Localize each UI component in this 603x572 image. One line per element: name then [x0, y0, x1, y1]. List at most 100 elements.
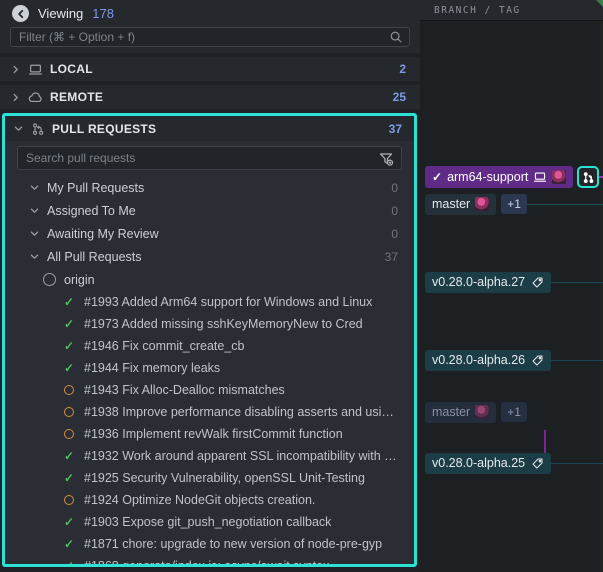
tag-name: v0.28.0-alpha.26: [432, 353, 525, 367]
pull-request-icon: [31, 122, 45, 136]
chevron-right-icon: [10, 64, 21, 75]
filter-funnel-icon[interactable]: [378, 151, 394, 167]
filter-input[interactable]: [10, 27, 410, 47]
pr-title: #1868 generate/index.js: async/await syn…: [84, 559, 329, 564]
pr-group-my-pull-requests[interactable]: My Pull Requests 0: [5, 176, 414, 199]
pr-list-item[interactable]: #1925 Security Vulnerability, openSSL Un…: [5, 467, 414, 489]
group-label: Awaiting My Review: [47, 227, 159, 241]
more-refs-badge[interactable]: +1: [501, 194, 527, 214]
pr-list: #1993 Added Arm64 support for Windows an…: [5, 291, 414, 564]
branch-name: master: [432, 405, 470, 419]
more-refs-badge[interactable]: +1: [501, 402, 527, 422]
branch-name: arm64-support: [447, 170, 528, 184]
tag-name: v0.28.0-alpha.25: [432, 456, 525, 470]
laptop-icon: [533, 170, 547, 184]
pr-status-icon: [63, 362, 75, 374]
pr-title: #1946 Fix commit_create_cb: [84, 339, 245, 353]
branch-line: [527, 204, 603, 205]
checked-out-icon: ✓: [432, 170, 442, 184]
chevron-down-icon: [29, 182, 40, 193]
pr-group-awaiting-my-review[interactable]: Awaiting My Review 0: [5, 222, 414, 245]
search-icon: [389, 30, 403, 44]
group-label: All Pull Requests: [47, 250, 142, 264]
branch-line: [599, 176, 603, 178]
pr-status-icon: [63, 318, 75, 330]
pr-title: #1943 Fix Alloc-Dealloc mismatches: [84, 383, 285, 397]
filter-field-wrap: [0, 27, 420, 47]
pr-list-item[interactable]: #1943 Fix Alloc-Dealloc mismatches: [5, 379, 414, 401]
pr-list-item[interactable]: #1932 Work around apparent SSL incompati…: [5, 445, 414, 467]
viewing-count: 178: [92, 6, 114, 21]
pr-status-icon: [64, 407, 74, 417]
group-count: 0: [391, 227, 398, 241]
branch-label-arm64-support[interactable]: ✓ arm64-support: [425, 166, 573, 188]
chevron-down-icon: [29, 251, 40, 262]
pr-group-all-pull-requests[interactable]: All Pull Requests 37: [5, 245, 414, 268]
tag-name: v0.28.0-alpha.27: [432, 275, 525, 289]
pr-list-item[interactable]: #1871 chore: upgrade to new version of n…: [5, 533, 414, 555]
remote-count: 25: [393, 90, 406, 104]
section-remote[interactable]: REMOTE 25: [0, 85, 420, 109]
pr-search-input[interactable]: [17, 146, 402, 170]
group-count: 37: [385, 250, 398, 264]
pull-requests-label: PULL REQUESTS: [52, 122, 156, 136]
remote-label: REMOTE: [50, 90, 103, 104]
tag-icon: [531, 276, 544, 289]
pull-requests-count: 37: [389, 122, 402, 136]
tag-label-alpha26[interactable]: v0.28.0-alpha.26: [425, 350, 551, 371]
section-local[interactable]: LOCAL 2: [0, 57, 420, 81]
pr-list-item[interactable]: #1924 Optimize NodeGit objects creation.: [5, 489, 414, 511]
pr-title: #1903 Expose git_push_negotiation callba…: [84, 515, 331, 529]
local-label: LOCAL: [50, 62, 93, 76]
branch-tag-column-header: BRANCH / TAG: [420, 0, 603, 21]
corner-marker: [596, 0, 603, 7]
tag-icon: [531, 457, 544, 470]
graph-row-master: master +1: [425, 193, 603, 215]
chevron-down-icon: [29, 228, 40, 239]
pr-list-item[interactable]: #1868 generate/index.js: async/await syn…: [5, 555, 414, 564]
pr-status-icon: [63, 340, 75, 352]
avatar: [552, 170, 566, 184]
group-label: My Pull Requests: [47, 181, 144, 195]
graph-row-tag-alpha26: v0.28.0-alpha.26: [425, 349, 603, 371]
pr-list-item[interactable]: #1936 Implement revWalk firstCommit func…: [5, 423, 414, 445]
pr-list-item[interactable]: #1993 Added Arm64 support for Windows an…: [5, 291, 414, 313]
tag-line: [551, 282, 603, 283]
pr-status-icon: [64, 495, 74, 505]
pr-status-icon: [64, 385, 74, 395]
pull-requests-section: PULL REQUESTS 37 My Pull Requests 0: [2, 113, 417, 567]
branch-label-master-dim[interactable]: master: [425, 402, 496, 423]
avatar: [475, 197, 489, 211]
cloud-icon: [28, 90, 43, 105]
github-icon: [43, 273, 56, 286]
pr-group-assigned-to-me[interactable]: Assigned To Me 0: [5, 199, 414, 222]
chevron-right-icon: [10, 92, 21, 103]
viewing-header: Viewing 178: [0, 0, 420, 27]
back-button[interactable]: [12, 5, 29, 22]
tag-label-alpha27[interactable]: v0.28.0-alpha.27: [425, 272, 551, 293]
pr-list-item[interactable]: #1946 Fix commit_create_cb: [5, 335, 414, 357]
branch-name: master: [432, 197, 470, 211]
pr-title: #1973 Added missing sshKeyMemoryNew to C…: [84, 317, 363, 331]
section-pull-requests[interactable]: PULL REQUESTS 37: [5, 116, 414, 141]
pr-title: #1938 Improve performance disabling asse…: [84, 405, 400, 419]
pr-title: #1925 Security Vulnerability, openSSL Un…: [84, 471, 365, 485]
chevron-down-icon: [13, 123, 24, 134]
pr-status-icon: [63, 296, 75, 308]
pull-request-badge-highlighted[interactable]: [577, 166, 599, 188]
group-count: 0: [391, 181, 398, 195]
pr-list-item[interactable]: #1903 Expose git_push_negotiation callba…: [5, 511, 414, 533]
pr-list-item[interactable]: #1944 Fix memory leaks: [5, 357, 414, 379]
pr-title: #1944 Fix memory leaks: [84, 361, 220, 375]
pr-list-item[interactable]: #1973 Added missing sshKeyMemoryNew to C…: [5, 313, 414, 335]
group-label: Assigned To Me: [47, 204, 136, 218]
chevron-down-icon: [29, 205, 40, 216]
pr-status-icon: [63, 560, 75, 564]
branch-label-master[interactable]: master: [425, 194, 496, 215]
tag-label-alpha25[interactable]: v0.28.0-alpha.25: [425, 453, 551, 474]
graph-row-tag-alpha25: v0.28.0-alpha.25: [425, 452, 603, 474]
pr-list-item[interactable]: #1938 Improve performance disabling asse…: [5, 401, 414, 423]
viewing-label: Viewing: [38, 6, 83, 21]
tag-icon: [531, 354, 544, 367]
pr-remote-origin[interactable]: origin: [5, 268, 414, 291]
